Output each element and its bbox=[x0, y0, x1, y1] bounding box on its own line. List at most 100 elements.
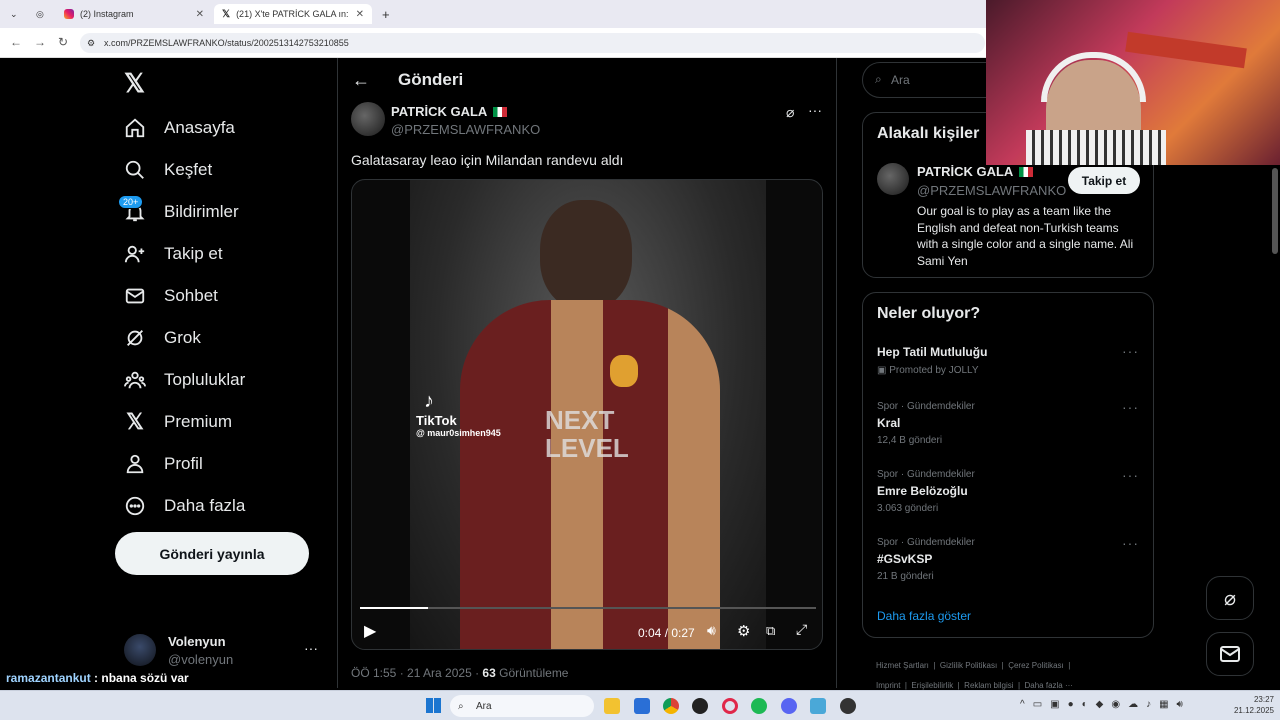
trend-item[interactable]: Spor · Gündemdekiler Emre Belözoğlu 3.06… bbox=[877, 467, 1139, 514]
footer-link[interactable]: Erişilebilirlik bbox=[911, 681, 953, 690]
video-frame: NEXT LEVEL ♪ TikTok @ maur0simhen945 bbox=[410, 180, 766, 649]
close-tab-icon[interactable]: ✕ bbox=[196, 9, 204, 20]
scrollbar[interactable] bbox=[1272, 168, 1278, 254]
tab-instagram[interactable]: (2) Instagram ✕ bbox=[56, 4, 212, 24]
author-avatar[interactable] bbox=[351, 102, 385, 136]
close-tab-icon[interactable]: ✕ bbox=[356, 9, 364, 20]
main-column: ← Gönderi PATRİCK GALA @PRZEMSLAWFRANKO … bbox=[338, 58, 836, 688]
person-add-icon bbox=[124, 245, 145, 263]
author-handle[interactable]: @PRZEMSLAWFRANKO bbox=[391, 122, 540, 137]
trend-item[interactable]: Spor · Gündemdekiler Kral 12,4 B gönderi… bbox=[877, 399, 1139, 446]
messages-float-button[interactable] bbox=[1206, 632, 1254, 676]
pip-icon[interactable]: ⧉ bbox=[766, 623, 775, 639]
footer-link[interactable]: Reklam bilgisi bbox=[964, 681, 1013, 690]
follow-button[interactable]: Takip et bbox=[1068, 167, 1140, 194]
url-field[interactable]: ⚙ x.com/PRZEMSLAWFRANKO/status/200251314… bbox=[80, 33, 985, 53]
discord-icon[interactable] bbox=[781, 698, 797, 714]
footer-link[interactable]: Gizlilik Politikası bbox=[940, 661, 997, 670]
x-logo-icon: 𝕏 bbox=[126, 409, 144, 434]
more-icon[interactable]: ··· bbox=[1122, 535, 1139, 551]
instagram-icon bbox=[64, 9, 74, 19]
sidebar-item-explore[interactable]: Keşfet bbox=[124, 152, 212, 188]
obs-icon[interactable] bbox=[692, 698, 708, 714]
more-icon[interactable]: ··· bbox=[1122, 467, 1139, 483]
forward-icon[interactable]: → bbox=[34, 35, 46, 49]
video-time: 0:04 / 0:27 bbox=[638, 626, 695, 640]
store-icon[interactable] bbox=[634, 698, 650, 714]
sidebar-item-follow[interactable]: Takip et bbox=[124, 236, 223, 272]
app-icon[interactable] bbox=[840, 698, 856, 714]
x-logo-icon[interactable]: 𝕏 bbox=[124, 68, 145, 99]
related-avatar[interactable] bbox=[877, 163, 909, 195]
more-icon[interactable]: ··· bbox=[304, 640, 318, 656]
italy-flag-icon bbox=[1019, 166, 1034, 177]
webcam-overlay bbox=[986, 0, 1280, 165]
play-icon[interactable]: ▶ bbox=[364, 621, 376, 641]
footer-link[interactable]: Hizmet Şartları bbox=[876, 661, 929, 670]
more-icon[interactable]: ··· bbox=[1122, 399, 1139, 415]
file-explorer-icon[interactable] bbox=[604, 698, 620, 714]
sidebar-item-messages[interactable]: Sohbet bbox=[124, 278, 218, 314]
tab-favicon-extra[interactable]: ◎ bbox=[28, 4, 50, 24]
profile-icon bbox=[126, 454, 144, 474]
more-icon[interactable]: ··· bbox=[1122, 343, 1139, 359]
app-icon[interactable] bbox=[810, 698, 826, 714]
footer-link[interactable]: Daha fazla ··· bbox=[1025, 681, 1073, 690]
avatar bbox=[124, 634, 156, 666]
tab-list-button[interactable]: ⌄ bbox=[2, 4, 24, 24]
post-text: Galatasaray leao için Milandan randevu a… bbox=[351, 152, 624, 168]
video-progress-track[interactable] bbox=[360, 607, 816, 609]
system-tray[interactable]: ^▭▣●◐◆◉☁♪▦🔊︎ bbox=[1020, 699, 1191, 710]
back-icon[interactable]: ← bbox=[10, 35, 22, 49]
opera-icon[interactable] bbox=[722, 698, 738, 714]
trend-item[interactable]: Spor · Gündemdekiler #GSvKSP 21 B gönder… bbox=[877, 535, 1139, 582]
chrome-icon[interactable] bbox=[663, 698, 679, 714]
tiktok-icon: ♪ bbox=[424, 390, 434, 412]
back-arrow-icon[interactable]: ← bbox=[352, 70, 370, 91]
communities-icon bbox=[124, 371, 146, 389]
post-meta: ÖÖ 1:55 · 21 Ara 2025 · 63 Görüntüleme bbox=[351, 666, 569, 680]
related-handle[interactable]: @PRZEMSLAWFRANKO bbox=[917, 183, 1066, 198]
site-info-icon[interactable]: ⚙ bbox=[87, 38, 95, 49]
author-name-row[interactable]: PATRİCK GALA bbox=[391, 104, 508, 119]
grok-icon bbox=[127, 330, 143, 346]
page-title: Gönderi bbox=[398, 70, 464, 89]
sidebar-item-profile[interactable]: Profil bbox=[124, 446, 203, 482]
windows-start-icon[interactable] bbox=[426, 698, 441, 713]
sidebar-item-premium[interactable]: 𝕏 Premium bbox=[124, 404, 232, 440]
related-bio: Our goal is to play as a team like the E… bbox=[917, 204, 1134, 268]
sidebar-item-home[interactable]: Anasayfa bbox=[124, 110, 235, 146]
search-icon: ⌕ bbox=[875, 72, 882, 86]
left-sidebar: 𝕏 Anasayfa Keşfet 20+ Bildirimler Takip … bbox=[114, 58, 336, 688]
grok-icon[interactable]: ⌀ bbox=[786, 104, 794, 121]
sidebar-item-grok[interactable]: Grok bbox=[124, 320, 201, 356]
taskbar-search[interactable]: ⌕ Ara bbox=[450, 695, 594, 717]
spotify-icon[interactable] bbox=[751, 698, 767, 714]
show-more-link[interactable]: Daha fazla göster bbox=[877, 609, 971, 623]
search-icon: ⌕ bbox=[458, 700, 464, 712]
grok-float-button[interactable]: ⌀ bbox=[1206, 576, 1254, 620]
player-jersey bbox=[460, 300, 720, 649]
fullscreen-icon[interactable]: ⤢ bbox=[796, 621, 807, 638]
reload-icon[interactable]: ↻ bbox=[58, 35, 68, 49]
trends-panel: Neler oluyor? Hep Tatil Mutluluğu ▣ Prom… bbox=[862, 292, 1154, 638]
sidebar-item-communities[interactable]: Topluluklar bbox=[124, 362, 245, 398]
banner-graphic bbox=[1125, 31, 1247, 69]
settings-icon[interactable]: ⚙ bbox=[737, 622, 750, 640]
clock[interactable]: 23:27 21.12.2025 bbox=[1226, 694, 1274, 716]
volume-icon[interactable]: 🔊︎ bbox=[707, 622, 716, 639]
post-button[interactable]: Gönderi yayınla bbox=[115, 532, 309, 575]
trend-item[interactable]: Hep Tatil Mutluluğu ▣ Promoted by JOLLY … bbox=[877, 343, 1139, 376]
search-icon bbox=[125, 160, 144, 179]
tab-x-post[interactable]: 𝕏 (21) X'te PATRİCK GALA ın: "Gal ✕ bbox=[214, 4, 372, 24]
taskbar: ⌕ Ara ^▭▣●◐◆◉☁♪▦🔊︎ 23:27 21.12.2025 bbox=[0, 690, 1280, 720]
footer-link[interactable]: Imprint bbox=[876, 681, 900, 690]
footer-link[interactable]: Çerez Politikası bbox=[1008, 661, 1064, 670]
new-tab-button[interactable]: + bbox=[374, 4, 394, 24]
promoted-icon: ▣ bbox=[877, 365, 887, 376]
video-player[interactable]: NEXT LEVEL ♪ TikTok @ maur0simhen945 ▶ 0… bbox=[351, 179, 823, 650]
related-name-row[interactable]: PATRİCK GALA bbox=[917, 164, 1034, 179]
sidebar-item-notifications[interactable]: 20+ Bildirimler bbox=[118, 194, 239, 230]
more-icon[interactable]: ··· bbox=[808, 102, 822, 118]
sidebar-item-more[interactable]: Daha fazla bbox=[124, 488, 245, 524]
